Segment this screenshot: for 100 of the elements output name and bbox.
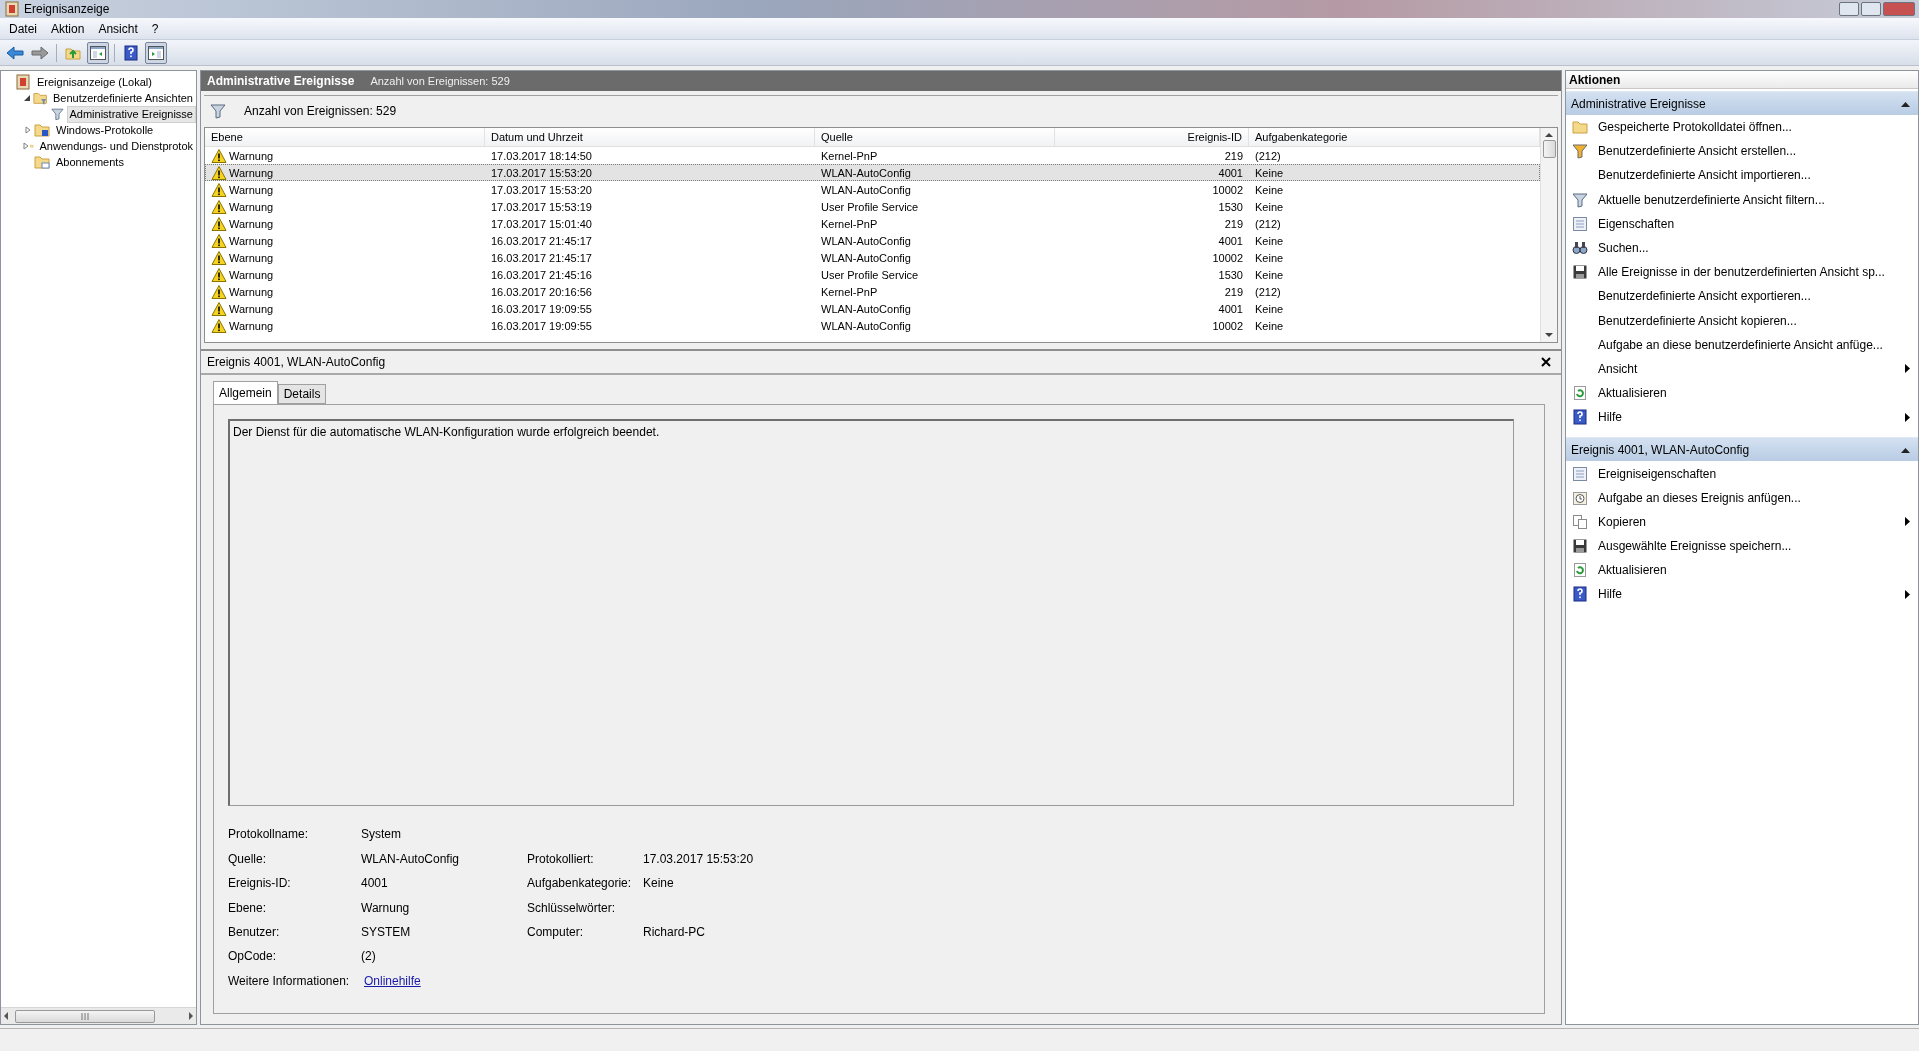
maximize-button[interactable]: [1861, 2, 1881, 16]
action-item[interactable]: Aufgabe an diese benutzerdefinierte Ansicht anfüge...: [1566, 332, 1918, 357]
table-cell-text: WLAN-AutoConfig: [820, 251, 912, 264]
table-cell-text: Kernel-PnP: [820, 217, 879, 230]
warning-icon: [211, 249, 227, 266]
field-value: System: [361, 827, 402, 842]
action-item[interactable]: Suchen...: [1566, 235, 1918, 261]
field-label: Protokolliert:: [527, 851, 595, 866]
action-item[interactable]: Aktualisieren: [1566, 558, 1918, 583]
table-cell-text: 16.03.2017 21:45:16: [490, 268, 593, 281]
table-cell-text: 16.03.2017 19:09:55: [490, 302, 593, 315]
section-header[interactable]: Administrative Ereignisse: [1566, 91, 1918, 115]
table-cell: Warnung: [229, 166, 274, 179]
action-item[interactable]: Ereigniseigenschaften: [1566, 461, 1918, 486]
help-icon: [123, 44, 139, 61]
table-cell-text: (212): [1254, 149, 1282, 162]
tab[interactable]: Details: [277, 384, 327, 404]
scrollbar-thumb[interactable]: [15, 1009, 155, 1023]
tab[interactable]: Allgemein: [213, 381, 278, 404]
table-cell-text: 16.03.2017 21:45:17: [490, 251, 593, 264]
table-cell-text: WLAN-AutoConfig: [820, 302, 912, 315]
event-detail-title: Ereignis 4001, WLAN-AutoConfig: [207, 355, 386, 369]
tree-item[interactable]: Anwendungs- und Dienstprotok: [36, 137, 196, 155]
app-icon: [4, 1, 20, 17]
field-label: Benutzer:: [228, 925, 281, 939]
section-header[interactable]: Ereignis 4001, WLAN-AutoConfig: [1566, 437, 1918, 462]
field-label: Schlüsselwörter:: [527, 900, 617, 915]
tree-item[interactable]: Benutzerdefinierte Ansichten: [49, 89, 196, 107]
field-label: Ebene:: [228, 900, 268, 915]
tree-item[interactable]: Abonnements: [53, 153, 127, 171]
action-item[interactable]: Gespeicherte Protokolldatei öffnen...: [1566, 115, 1918, 140]
action-item[interactable]: Ansicht: [1566, 356, 1918, 382]
warning-icon: [211, 181, 227, 198]
collapse-arrow-icon: [1901, 446, 1910, 453]
event-message: Der Dienst für die automatische WLAN-Konfiguration wurde erfolgreich beendet.: [228, 419, 1514, 807]
column-header[interactable]: Ebene: [205, 128, 485, 146]
online-help-link[interactable]: Onlinehilfe: [364, 973, 421, 988]
action-item[interactable]: Benutzerdefinierte Ansicht erstellen...: [1566, 139, 1918, 164]
table-cell-text: Keine: [1254, 183, 1285, 196]
close-button[interactable]: [1539, 355, 1553, 369]
column-header[interactable]: Datum und Uhrzeit: [485, 128, 815, 146]
action-item[interactable]: Benutzerdefinierte Ansicht importieren...: [1566, 163, 1918, 188]
action-item[interactable]: Benutzerdefinierte Ansicht exportieren...: [1566, 284, 1918, 309]
table-cell-text: WLAN-AutoConfig: [820, 166, 912, 179]
action-item[interactable]: Aufgabe an dieses Ereignis anfügen...: [1566, 485, 1918, 510]
table-cell: Warnung: [229, 183, 274, 196]
field-label: Quelle:: [228, 851, 268, 866]
scrollbar-thumb[interactable]: [1542, 140, 1556, 158]
window-title: Ereignisanzeige: [24, 2, 110, 16]
table-cell-text: Keine: [1254, 302, 1285, 315]
tree-item[interactable]: Windows-Protokolle: [53, 121, 157, 139]
table-cell: Warnung: [229, 268, 274, 281]
column-header[interactable]: Quelle: [815, 128, 1055, 146]
warning-icon: [211, 164, 227, 181]
action-item[interactable]: Hilfe: [1566, 582, 1918, 607]
action-item[interactable]: Aktualisieren: [1566, 381, 1918, 406]
field-value: Keine: [643, 876, 675, 891]
table-cell-text: 4001: [1217, 302, 1244, 315]
warning-icon: [211, 266, 227, 283]
field-label: Computer:: [527, 925, 585, 939]
action-item[interactable]: Alle Ereignisse in der benutzerdefinierten Ansicht sp...: [1566, 260, 1918, 285]
minimize-button[interactable]: [1839, 2, 1859, 16]
tree-item[interactable]: Administrative Ereignisse: [66, 105, 196, 123]
table-cell: Warnung: [229, 285, 274, 298]
field-value: (2): [361, 949, 377, 964]
table-cell-text: 4001: [1217, 234, 1244, 247]
column-header[interactable]: Ereignis-ID: [1055, 128, 1249, 146]
actions-title: Aktionen: [1566, 71, 1918, 89]
action-item[interactable]: Kopieren: [1566, 509, 1918, 534]
filter-icon: [1572, 191, 1588, 208]
field-value: WLAN-AutoConfig: [361, 851, 461, 866]
menu-item[interactable]: ?: [144, 21, 166, 36]
panel-toggle-icon: [90, 45, 106, 60]
menu-item[interactable]: Datei: [2, 21, 44, 36]
action-item[interactable]: Aktuelle benutzerdefinierte Ansicht filtern...: [1566, 187, 1918, 212]
toolbar-button[interactable]: [87, 41, 109, 64]
table-cell-text: (212): [1254, 285, 1282, 298]
menu-item[interactable]: Ansicht: [91, 21, 145, 36]
action-item[interactable]: Hilfe: [1566, 405, 1918, 430]
table-cell-text: 219: [1223, 149, 1244, 162]
table-cell-text: WLAN-AutoConfig: [820, 234, 912, 247]
filter-count: Anzahl von Ereignissen: 529: [244, 103, 397, 118]
event-row[interactable]: Warnung 17.03.2017 15:53:20 WLAN-AutoConfig 4001 Keine: [205, 164, 1540, 181]
field-value: Richard-PC: [643, 925, 706, 939]
field-label: Weitere Informationen:: [228, 973, 351, 988]
view-title: Administrative Ereignisse: [207, 74, 355, 88]
table-cell-text: Kernel-PnP: [820, 149, 879, 162]
action-item[interactable]: Ausgewählte Ereignisse speichern...: [1566, 534, 1918, 559]
menu-item[interactable]: Aktion: [44, 21, 92, 36]
filter-icon: [50, 106, 64, 122]
tree-item[interactable]: Ereignisanzeige (Lokal): [34, 73, 155, 91]
event-viewer-icon: [15, 74, 31, 90]
toolbar-button[interactable]: [145, 41, 167, 64]
action-item[interactable]: Benutzerdefinierte Ansicht kopieren...: [1566, 308, 1918, 333]
table-cell: Warnung: [229, 302, 274, 315]
table-cell: Warnung: [229, 234, 274, 247]
table-cell: Warnung: [229, 149, 274, 162]
action-item[interactable]: Eigenschaften: [1566, 211, 1918, 236]
collapse-arrow-icon[interactable]: [23, 94, 32, 102]
warning-icon: [211, 283, 227, 300]
